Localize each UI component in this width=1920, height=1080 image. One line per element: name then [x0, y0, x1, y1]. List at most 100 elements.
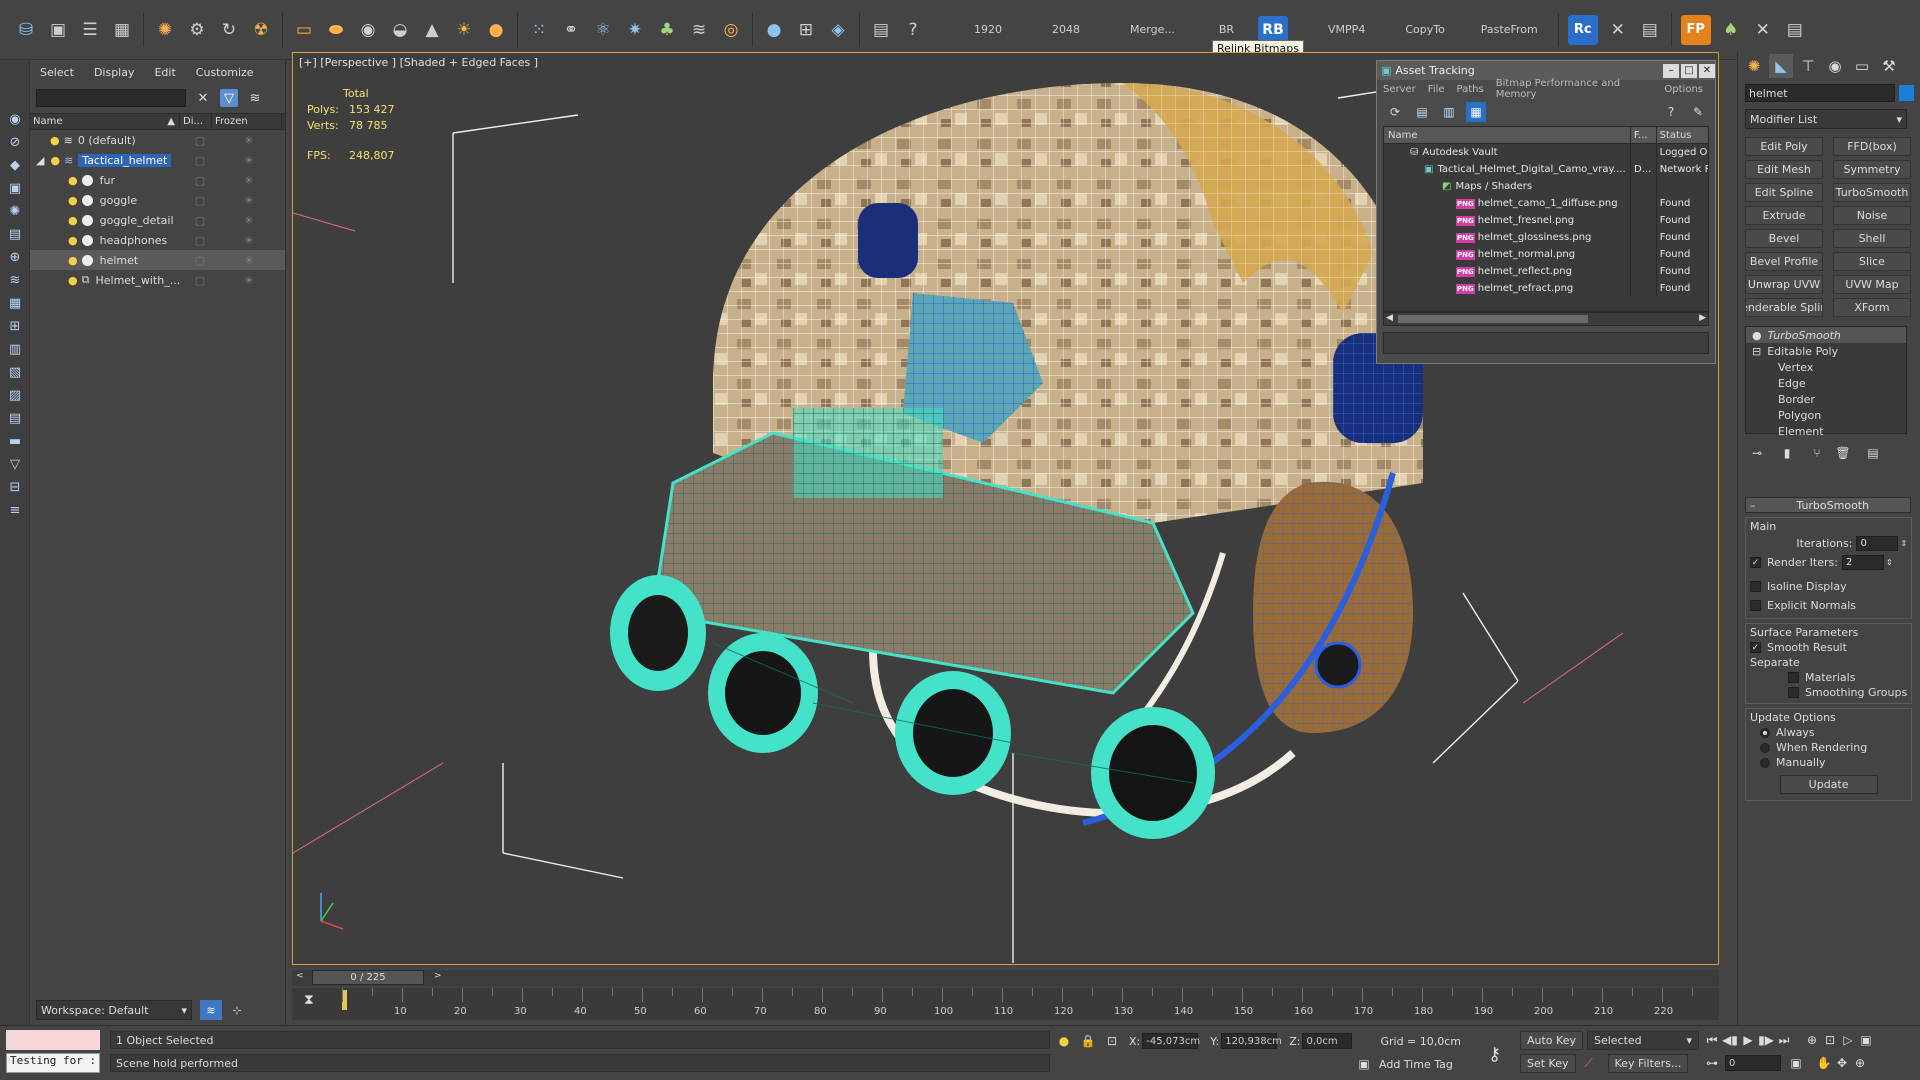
configure-sets-icon[interactable]: ▤	[1864, 444, 1882, 462]
display-none-icon[interactable]: ⊘	[3, 131, 27, 153]
update-button[interactable]: Update	[1779, 775, 1878, 794]
bulb-icon[interactable]: ●	[50, 154, 60, 167]
list-item[interactable]: ● goggle_detail ▢ ✳	[30, 210, 285, 230]
lock-selection-icon[interactable]: 🔒	[1079, 1032, 1097, 1050]
atom-icon[interactable]: ⚛	[588, 15, 618, 45]
modify-tab-icon[interactable]: ◣	[1769, 54, 1793, 78]
menu-server[interactable]: Server	[1383, 84, 1416, 95]
groups-filter-icon[interactable]: ▦	[3, 292, 27, 314]
layers-icon[interactable]: ▤	[3, 407, 27, 429]
refresh-icon[interactable]: ⟳	[1385, 102, 1405, 122]
table-row[interactable]: PNG helmet_reflect.png Found	[1384, 263, 1708, 280]
add-time-tag-button[interactable]: Add Time Tag	[1379, 1058, 1453, 1071]
display-icon[interactable]: ▢	[186, 214, 214, 227]
ffd-box-button[interactable]: FFD(box)	[1833, 137, 1911, 156]
tree-icon[interactable]: ♠	[1716, 15, 1746, 45]
frozen-icon[interactable]: ✳	[214, 154, 284, 167]
fp-tile-icon[interactable]: FP	[1680, 14, 1711, 45]
stack-subobject-polygon[interactable]: Polygon	[1746, 407, 1906, 423]
bevel-profile-button[interactable]: Bevel Profile	[1745, 252, 1823, 271]
table-row[interactable]: ⛁Autodesk Vault Logged Ou	[1384, 144, 1708, 161]
tools-icon[interactable]: ✕	[1603, 15, 1633, 45]
material-icon[interactable]: ◈	[823, 15, 853, 45]
display-icon[interactable]: ▢	[186, 174, 214, 187]
helpers-filter-icon[interactable]: ⊕	[3, 246, 27, 268]
walk-through-icon[interactable]: ⊕	[1851, 1054, 1869, 1072]
key-mode-toggle-icon[interactable]: ⊶	[1703, 1054, 1721, 1072]
toolbar-text-vmpp4[interactable]: VMPP4	[1313, 23, 1380, 36]
key-filters-button[interactable]: Key Filters...	[1607, 1054, 1689, 1073]
cone-icon[interactable]: ▲	[417, 15, 447, 45]
menu-bitmap-performance[interactable]: Bitmap Performance and Memory	[1496, 78, 1653, 100]
go-to-end-icon[interactable]: ⏭	[1775, 1031, 1793, 1049]
menu-options[interactable]: Options	[1664, 84, 1703, 95]
cameras-filter-icon[interactable]: ▤	[3, 223, 27, 245]
set-key-button[interactable]: Set Key	[1520, 1054, 1576, 1073]
stack-subobject-edge[interactable]: Edge	[1746, 375, 1906, 391]
geometry-filter-icon[interactable]: ◆	[3, 154, 27, 176]
list-item[interactable]: ● helmet ▢ ✳	[30, 250, 285, 270]
minimize-icon[interactable]: –	[1663, 63, 1679, 78]
column-name[interactable]: Name ▲	[30, 114, 180, 129]
list-item[interactable]: ● goggle ▢ ✳	[30, 190, 285, 210]
maximize-icon[interactable]: □	[1681, 63, 1697, 78]
table2-icon[interactable]: ▤	[1780, 15, 1810, 45]
toolbar-text-copyto[interactable]: CopyTo	[1390, 23, 1459, 36]
render-setup-icon[interactable]: ▣	[43, 15, 73, 45]
manually-radio[interactable]	[1760, 757, 1770, 768]
table-row[interactable]: ▣ Tactical_Helmet_Digital_Camo_vray.... D…	[1384, 161, 1708, 178]
current-frame-field[interactable]: 0	[1725, 1055, 1781, 1071]
expand-icon[interactable]: ⊟	[1752, 345, 1761, 358]
grass-icon[interactable]: ♣	[652, 15, 682, 45]
render-iters-checkbox[interactable]: ✓	[1750, 557, 1761, 568]
time-prev-icon[interactable]: <	[296, 971, 304, 981]
close-icon[interactable]: ✕	[1699, 63, 1715, 78]
frozen-icon[interactable]: ✳	[214, 194, 284, 207]
sort-icon[interactable]: ▬	[3, 430, 27, 452]
ball-icon[interactable]: ●	[481, 15, 511, 45]
table-row[interactable]: ◩ Maps / Shaders	[1384, 178, 1708, 195]
stack-item-turbosmooth[interactable]: ● TurboSmooth	[1746, 327, 1906, 343]
make-unique-icon[interactable]: ⑂	[1808, 444, 1826, 462]
column-status[interactable]: Status	[1657, 127, 1708, 143]
edit-spline-button[interactable]: Edit Spline	[1745, 183, 1823, 202]
zoom-extents-icon[interactable]: ⊡	[1821, 1031, 1839, 1049]
search-input[interactable]	[36, 89, 186, 107]
menu-edit[interactable]: Edit	[154, 66, 175, 79]
dome-icon[interactable]: ◒	[385, 15, 415, 45]
orbit-icon[interactable]: ✥	[1833, 1054, 1851, 1072]
bulb-icon[interactable]: ●	[68, 214, 78, 227]
hierarchy-tab-icon[interactable]: ⊤	[1796, 54, 1820, 78]
edit-mesh-button[interactable]: Edit Mesh	[1745, 160, 1823, 179]
lights-filter-icon[interactable]: ✺	[3, 200, 27, 222]
render-iters-spinner[interactable]: 2	[1841, 555, 1884, 570]
shapes-filter-icon[interactable]: ▣	[3, 177, 27, 199]
robot-icon[interactable]: ☢	[246, 15, 276, 45]
unwrap-uvw-button[interactable]: Unwrap UVW	[1745, 275, 1823, 294]
isolate-icon[interactable]: ●	[1055, 1032, 1073, 1050]
cross-tools-icon[interactable]: ✕	[1748, 15, 1778, 45]
time-slider[interactable]: < 0 / 225 >	[292, 970, 1719, 986]
table-view-icon[interactable]: ▦	[1466, 102, 1486, 122]
shell-button[interactable]: Shell	[1833, 229, 1911, 248]
key-mode-icon[interactable]: ⟋	[1580, 1055, 1598, 1073]
menu-paths[interactable]: Paths	[1457, 84, 1484, 95]
previous-frame-icon[interactable]: ◀▮	[1721, 1031, 1739, 1049]
always-radio[interactable]	[1760, 727, 1770, 738]
x-coordinate-field[interactable]: -45,073cm	[1142, 1033, 1200, 1049]
curve-editor-icon[interactable]: ⧗	[304, 992, 314, 1008]
edit-poly-button[interactable]: Edit Poly	[1745, 137, 1823, 156]
select-objects-icon[interactable]: ◉	[3, 108, 27, 130]
uvw-map-button[interactable]: UVW Map	[1833, 275, 1911, 294]
menu-display[interactable]: Display	[94, 66, 135, 79]
rc-tile-icon[interactable]: Rc	[1567, 14, 1598, 45]
table-row[interactable]: PNG helmet_fresnel.png Found	[1384, 212, 1708, 229]
stack-subobject-vertex[interactable]: Vertex	[1746, 359, 1906, 375]
motion-tab-icon[interactable]: ◉	[1823, 54, 1847, 78]
collapse-icon[interactable]: ≡	[3, 499, 27, 521]
display-tab-icon[interactable]: ▭	[1850, 54, 1874, 78]
stack-item-editable-poly[interactable]: ⊟ Editable Poly	[1746, 343, 1906, 359]
toolbar-text-merge[interactable]: Merge...	[1115, 23, 1190, 36]
display-icon[interactable]: ▢	[186, 134, 214, 147]
key-icon[interactable]: ⚷	[1488, 1044, 1501, 1065]
